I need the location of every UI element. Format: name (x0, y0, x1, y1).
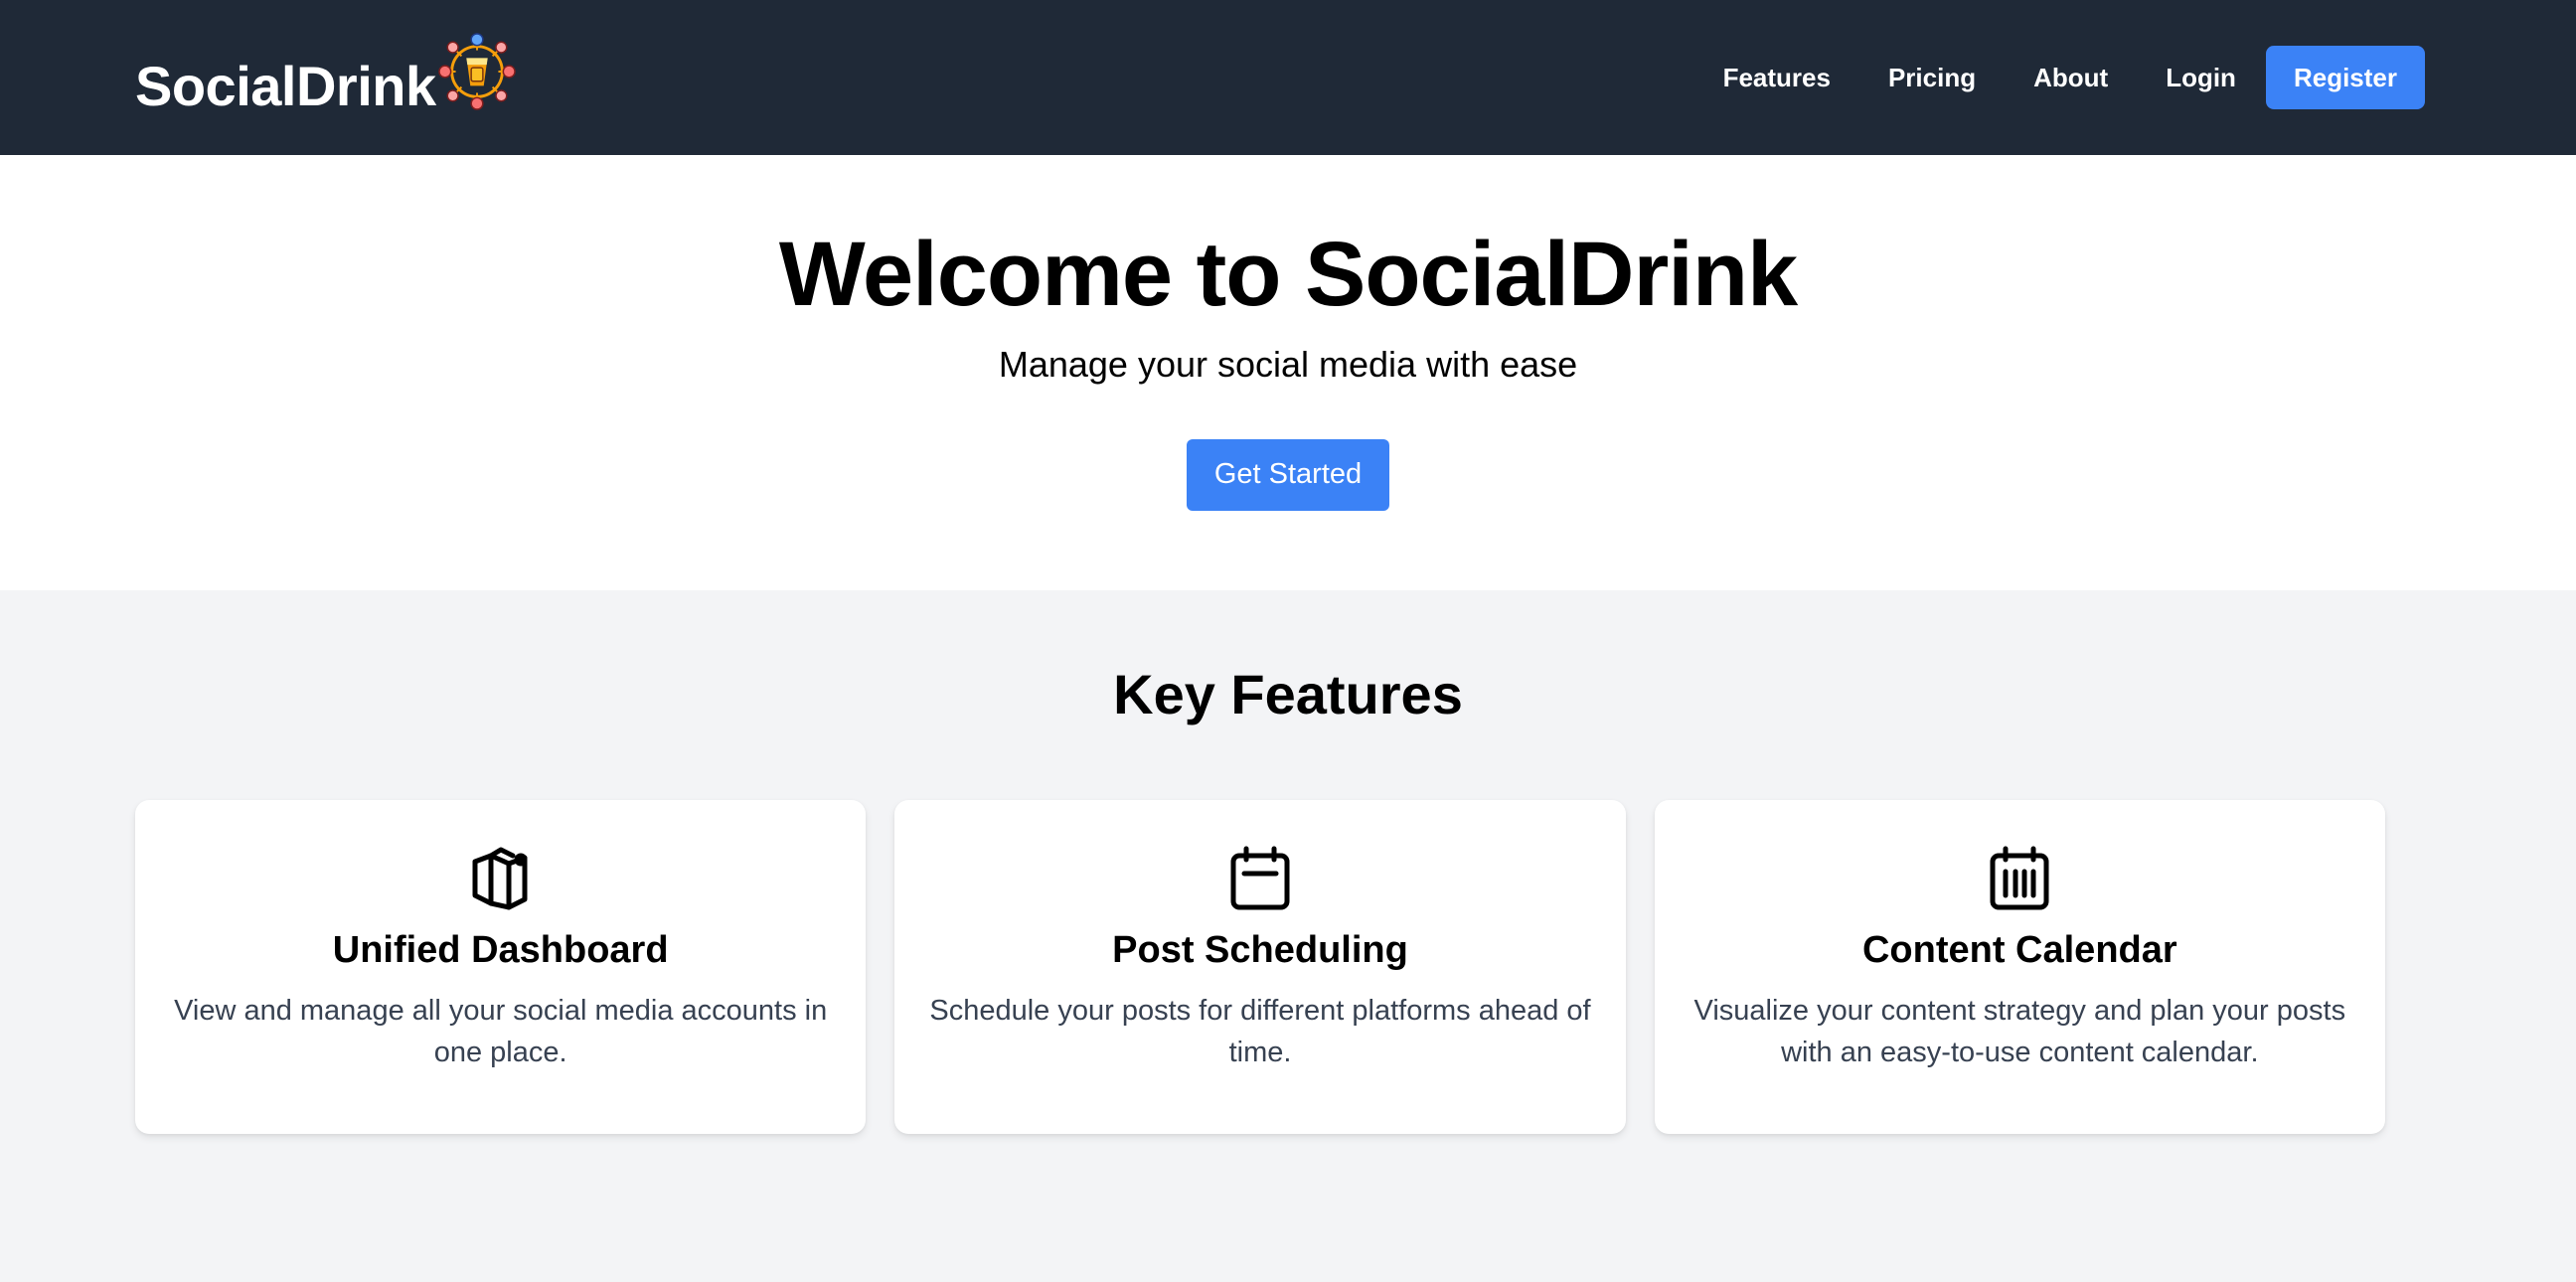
calendar-grid-icon (1990, 846, 2049, 910)
register-button[interactable]: Register (2265, 46, 2425, 109)
card-text: Schedule your posts for different platfo… (929, 995, 1591, 1069)
nav-links: Features Pricing About Login Register (1666, 46, 2425, 109)
feature-cards: Unified Dashboard View and manage all yo… (0, 800, 2576, 1134)
nav-link-about[interactable]: About (2033, 63, 2108, 93)
card-title: Post Scheduling (1112, 929, 1408, 971)
get-started-button[interactable]: Get Started (1187, 438, 1389, 511)
feature-card-content-calendar: Content Calendar Visualize your content … (1654, 800, 2385, 1134)
card-title: Content Calendar (1861, 929, 2177, 971)
brand[interactable]: SocialDrink (135, 33, 516, 118)
card-text: View and manage all your social media ac… (174, 995, 828, 1069)
feature-card-post-scheduling: Post Scheduling Schedule your posts for … (894, 800, 1626, 1134)
dashboard-icon (472, 847, 528, 910)
hero-subtitle: Manage your social media with ease (998, 343, 1578, 385)
hero-title: Welcome to SocialDrink (778, 224, 1798, 325)
hero-section: Welcome to SocialDrink Manage your socia… (0, 155, 2576, 590)
nav-link-login[interactable]: Login (2166, 63, 2236, 93)
drink-logo-icon (437, 33, 516, 110)
card-text: Visualize your content strategy and plan… (1693, 995, 2346, 1069)
nav-link-features[interactable]: Features (1723, 63, 1831, 93)
card-title: Unified Dashboard (332, 929, 669, 971)
brand-name: SocialDrink (135, 54, 436, 117)
navbar: SocialDrink Features Pricing About Login… (0, 0, 2576, 155)
feature-card-unified-dashboard: Unified Dashboard View and manage all yo… (135, 800, 867, 1134)
calendar-icon (1230, 846, 1290, 910)
features-title: Key Features (1113, 663, 1463, 725)
features-section: Key Features Unified Dashboard View and … (0, 590, 2576, 1134)
nav-link-pricing[interactable]: Pricing (1888, 63, 1976, 93)
